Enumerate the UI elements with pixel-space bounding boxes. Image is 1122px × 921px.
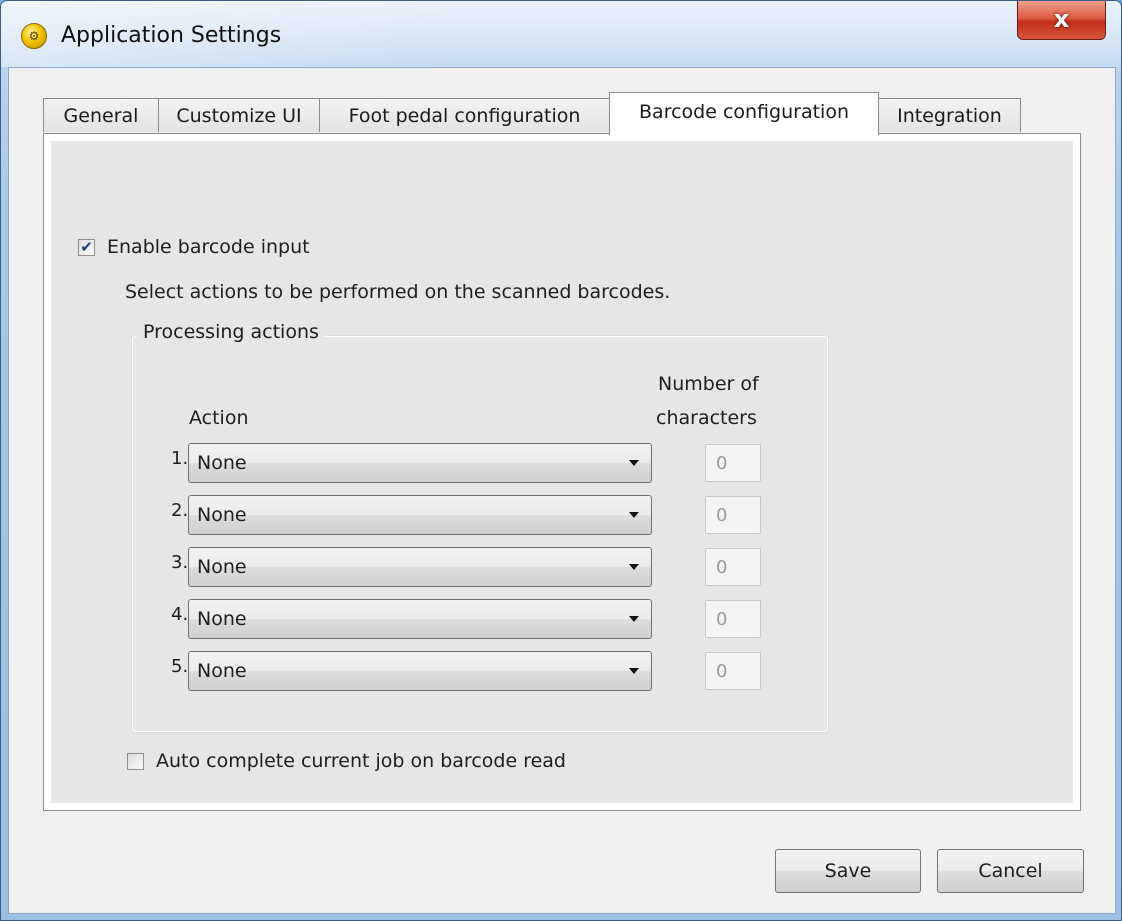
tab-integration[interactable]: Integration	[878, 98, 1021, 132]
barcode-configuration-panel: ✔ Enable barcode input Select actions to…	[43, 133, 1081, 811]
action-select-2[interactable]: None	[188, 495, 652, 535]
chars-input-value: 0	[716, 505, 728, 526]
chars-input-value: 0	[716, 453, 728, 474]
tab-foot-pedal-configuration[interactable]: Foot pedal configuration	[319, 98, 610, 132]
chars-column-header-line1: Number of	[658, 373, 759, 395]
row-number: 3.	[171, 552, 189, 573]
settings-window: ⚙ Application Settings x General Customi…	[0, 0, 1122, 921]
app-settings-icon: ⚙	[21, 23, 47, 49]
action-select-value: None	[197, 556, 247, 578]
action-select-value: None	[197, 608, 247, 630]
chars-column-header-line2: characters	[656, 407, 757, 429]
row-number: 4.	[171, 604, 189, 625]
cancel-button[interactable]: Cancel	[937, 849, 1084, 893]
action-column-header: Action	[189, 407, 249, 429]
dialog-client-area: General Customize UI Foot pedal configur…	[8, 67, 1116, 914]
enable-barcode-checkbox[interactable]: ✔	[78, 239, 95, 256]
chevron-down-icon	[629, 616, 639, 622]
save-button[interactable]: Save	[775, 849, 921, 893]
chars-input-value: 0	[716, 557, 728, 578]
chars-input-value: 0	[716, 609, 728, 630]
chars-input-1[interactable]: 0	[705, 444, 761, 482]
action-select-3[interactable]: None	[188, 547, 652, 587]
row-number: 1.	[171, 448, 189, 469]
action-select-5[interactable]: None	[188, 651, 652, 691]
checkmark-icon: ✔	[80, 238, 93, 256]
window-title: Application Settings	[61, 23, 282, 48]
auto-complete-label[interactable]: Auto complete current job on barcode rea…	[156, 750, 566, 772]
barcode-description: Select actions to be performed on the sc…	[125, 281, 671, 303]
action-select-value: None	[197, 660, 247, 682]
chars-input-3[interactable]: 0	[705, 548, 761, 586]
close-button[interactable]: x	[1017, 1, 1106, 40]
chars-input-value: 0	[716, 661, 728, 682]
row-number: 5.	[171, 656, 189, 677]
tab-general[interactable]: General	[43, 98, 159, 132]
action-select-4[interactable]: None	[188, 599, 652, 639]
chars-input-5[interactable]: 0	[705, 652, 761, 690]
processing-actions-title: Processing actions	[137, 321, 325, 343]
chars-input-4[interactable]: 0	[705, 600, 761, 638]
row-number: 2.	[171, 500, 189, 521]
action-select-1[interactable]: None	[188, 443, 652, 483]
chars-input-2[interactable]: 0	[705, 496, 761, 534]
chevron-down-icon	[629, 460, 639, 466]
auto-complete-checkbox[interactable]	[127, 753, 144, 770]
action-select-value: None	[197, 504, 247, 526]
action-select-value: None	[197, 452, 247, 474]
chevron-down-icon	[629, 668, 639, 674]
tab-customize-ui[interactable]: Customize UI	[158, 98, 320, 132]
panel-content: ✔ Enable barcode input Select actions to…	[51, 141, 1073, 803]
chevron-down-icon	[629, 564, 639, 570]
chevron-down-icon	[629, 512, 639, 518]
enable-barcode-label[interactable]: Enable barcode input	[107, 236, 310, 258]
tab-barcode-configuration[interactable]: Barcode configuration	[609, 92, 879, 135]
